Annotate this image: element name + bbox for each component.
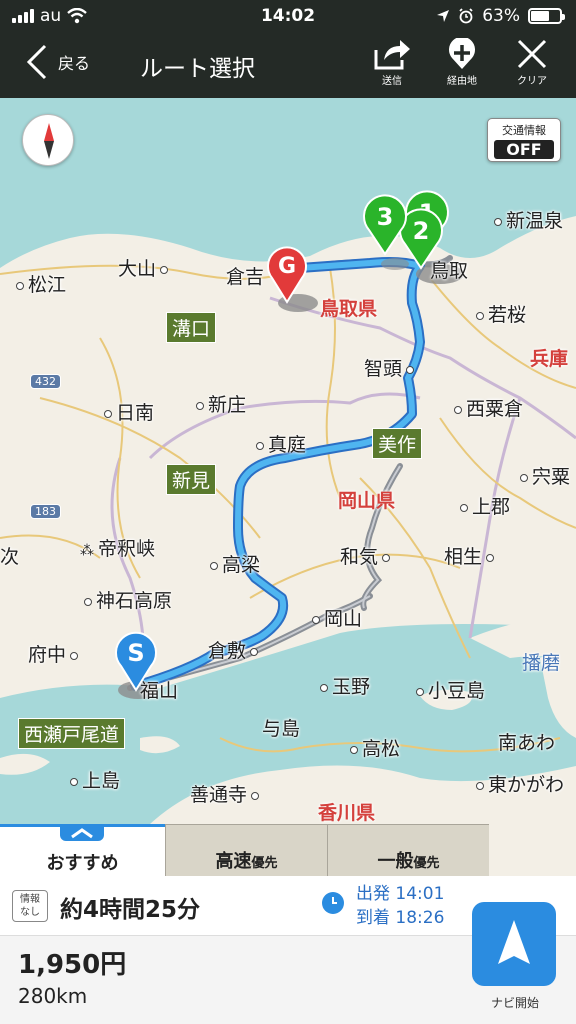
- start-pin-icon[interactable]: S: [114, 630, 158, 692]
- place-label: 高松: [350, 734, 400, 761]
- route-summary: 情報 なし 約4時間25分 出発 14:01 到着 18:26 1,950円 28…: [0, 876, 576, 1024]
- toll-price: 1,950円: [18, 950, 127, 980]
- location-arrow-icon: [437, 10, 450, 22]
- send-button[interactable]: 送信: [366, 38, 418, 87]
- alarm-icon: [459, 8, 473, 24]
- place-label: 上郡: [460, 492, 510, 519]
- svg-text:G: G: [278, 254, 296, 279]
- place-label: 新温泉: [494, 206, 563, 233]
- back-label: 戻る: [58, 54, 91, 73]
- start-navigation-label: ナビ開始: [490, 996, 539, 1010]
- svg-text:2: 2: [413, 217, 430, 245]
- tab-label: 高速: [215, 851, 252, 872]
- traffic-toggle[interactable]: 交通情報 OFF: [487, 118, 561, 162]
- place-label: 倉吉: [226, 266, 265, 288]
- tab-recommended[interactable]: おすすめ: [0, 824, 165, 876]
- place-label: 小豆島: [416, 676, 485, 703]
- nav-bar: 戻る ルート選択 送信 経由地 クリア: [0, 32, 576, 98]
- tab-local-road[interactable]: 一般優先: [327, 824, 489, 876]
- tab-suffix: 優先: [251, 856, 278, 871]
- map-view[interactable]: 新温泉 大山 倉吉 鳥取 松江 若桜 溝口 智頭 日南 新庄 西粟倉 真庭 美作…: [0, 98, 576, 824]
- place-label: 倉敷: [208, 636, 262, 663]
- place-label: ⁂ 帝釈峡: [80, 538, 156, 560]
- depart-time: 14:01: [395, 884, 445, 904]
- place-label: 智頭: [364, 354, 418, 381]
- battery-percent: 63%: [482, 6, 520, 26]
- place-label: 相生: [444, 542, 498, 569]
- tab-label: おすすめ: [46, 853, 119, 874]
- place-label: 高梁: [210, 550, 260, 577]
- place-label: 新庄: [196, 390, 246, 417]
- share-icon: [374, 40, 410, 70]
- add-pin-icon: [449, 38, 475, 69]
- route-tabs: おすすめ 高速優先 一般優先: [0, 824, 576, 876]
- ic-label: 美作: [372, 428, 423, 459]
- arrive-label: 到着: [356, 908, 390, 928]
- clear-button[interactable]: クリア: [506, 38, 558, 87]
- chevron-left-icon: [26, 44, 47, 80]
- place-label: 宍粟: [520, 462, 570, 489]
- clock-icon: [322, 892, 344, 914]
- add-waypoint-button[interactable]: 経由地: [436, 38, 488, 87]
- prefecture-label: 岡山県: [338, 490, 396, 512]
- route-distance: 280km: [18, 984, 88, 1008]
- compass-icon: [44, 123, 54, 159]
- waypoint-label: 経由地: [447, 76, 477, 87]
- place-label: 岡山: [312, 604, 362, 631]
- traffic-state: OFF: [494, 140, 554, 159]
- close-icon: [517, 39, 547, 69]
- tabs-filler: [489, 824, 576, 876]
- ic-label: 溝口: [166, 312, 217, 343]
- tab-label: 一般: [377, 851, 414, 872]
- place-label: 真庭: [256, 430, 306, 457]
- route-times: 出発 14:01 到着 18:26: [356, 882, 444, 930]
- route-duration: 約4時間25分: [60, 897, 201, 923]
- navigation-arrow-icon: [498, 920, 530, 964]
- place-label: 兵庫: [530, 348, 569, 370]
- send-label: 送信: [382, 76, 402, 87]
- arrive-time: 18:26: [395, 908, 445, 928]
- svg-text:3: 3: [377, 203, 394, 231]
- place-label: 与島: [262, 718, 301, 740]
- place-label: 西粟倉: [454, 394, 523, 421]
- place-label: 次: [0, 546, 20, 568]
- clear-label: クリア: [517, 76, 547, 87]
- back-button[interactable]: 戻る: [26, 44, 90, 80]
- place-label: 東かがわ: [476, 770, 564, 797]
- status-bar: au 14:02 63%: [0, 0, 576, 32]
- route-shield: 432: [30, 374, 61, 389]
- depart-label: 出発: [356, 884, 390, 904]
- place-label: 若桜: [476, 300, 526, 327]
- compass-button[interactable]: [22, 114, 74, 166]
- traffic-label: 交通情報: [502, 124, 546, 137]
- waypoint-3-pin-icon[interactable]: 3: [362, 194, 408, 256]
- start-navigation-button[interactable]: [472, 902, 556, 986]
- ic-label: 新見: [166, 464, 217, 495]
- prefecture-label: 鳥取県: [320, 298, 378, 320]
- place-label: 日南: [104, 398, 154, 425]
- tab-highway[interactable]: 高速優先: [165, 824, 327, 876]
- ic-label: 西瀬戸尾道: [18, 718, 126, 749]
- battery-icon: [528, 8, 565, 24]
- no-info-badge: 情報 なし: [12, 890, 48, 922]
- route-shield: 183: [30, 504, 61, 519]
- place-label: 玉野: [320, 672, 370, 699]
- place-label: 南あわ: [498, 732, 556, 754]
- place-label: 神石高原: [84, 586, 172, 613]
- place-label: 播磨: [522, 652, 561, 674]
- place-label: 善通寺: [190, 780, 263, 807]
- place-label: 和気: [340, 542, 394, 569]
- tab-suffix: 優先: [413, 856, 440, 871]
- chevron-up-icon: [71, 828, 93, 839]
- svg-text:S: S: [127, 639, 144, 667]
- place-label: 松江: [16, 270, 66, 297]
- place-label: 大山: [118, 254, 172, 281]
- page-title: ルート選択: [140, 56, 255, 82]
- expand-handle[interactable]: [60, 825, 104, 841]
- place-label: 府中: [28, 640, 82, 667]
- prefecture-label: 香川県: [318, 802, 376, 824]
- goal-pin-icon[interactable]: G: [266, 244, 308, 304]
- place-label: 上島: [70, 766, 120, 793]
